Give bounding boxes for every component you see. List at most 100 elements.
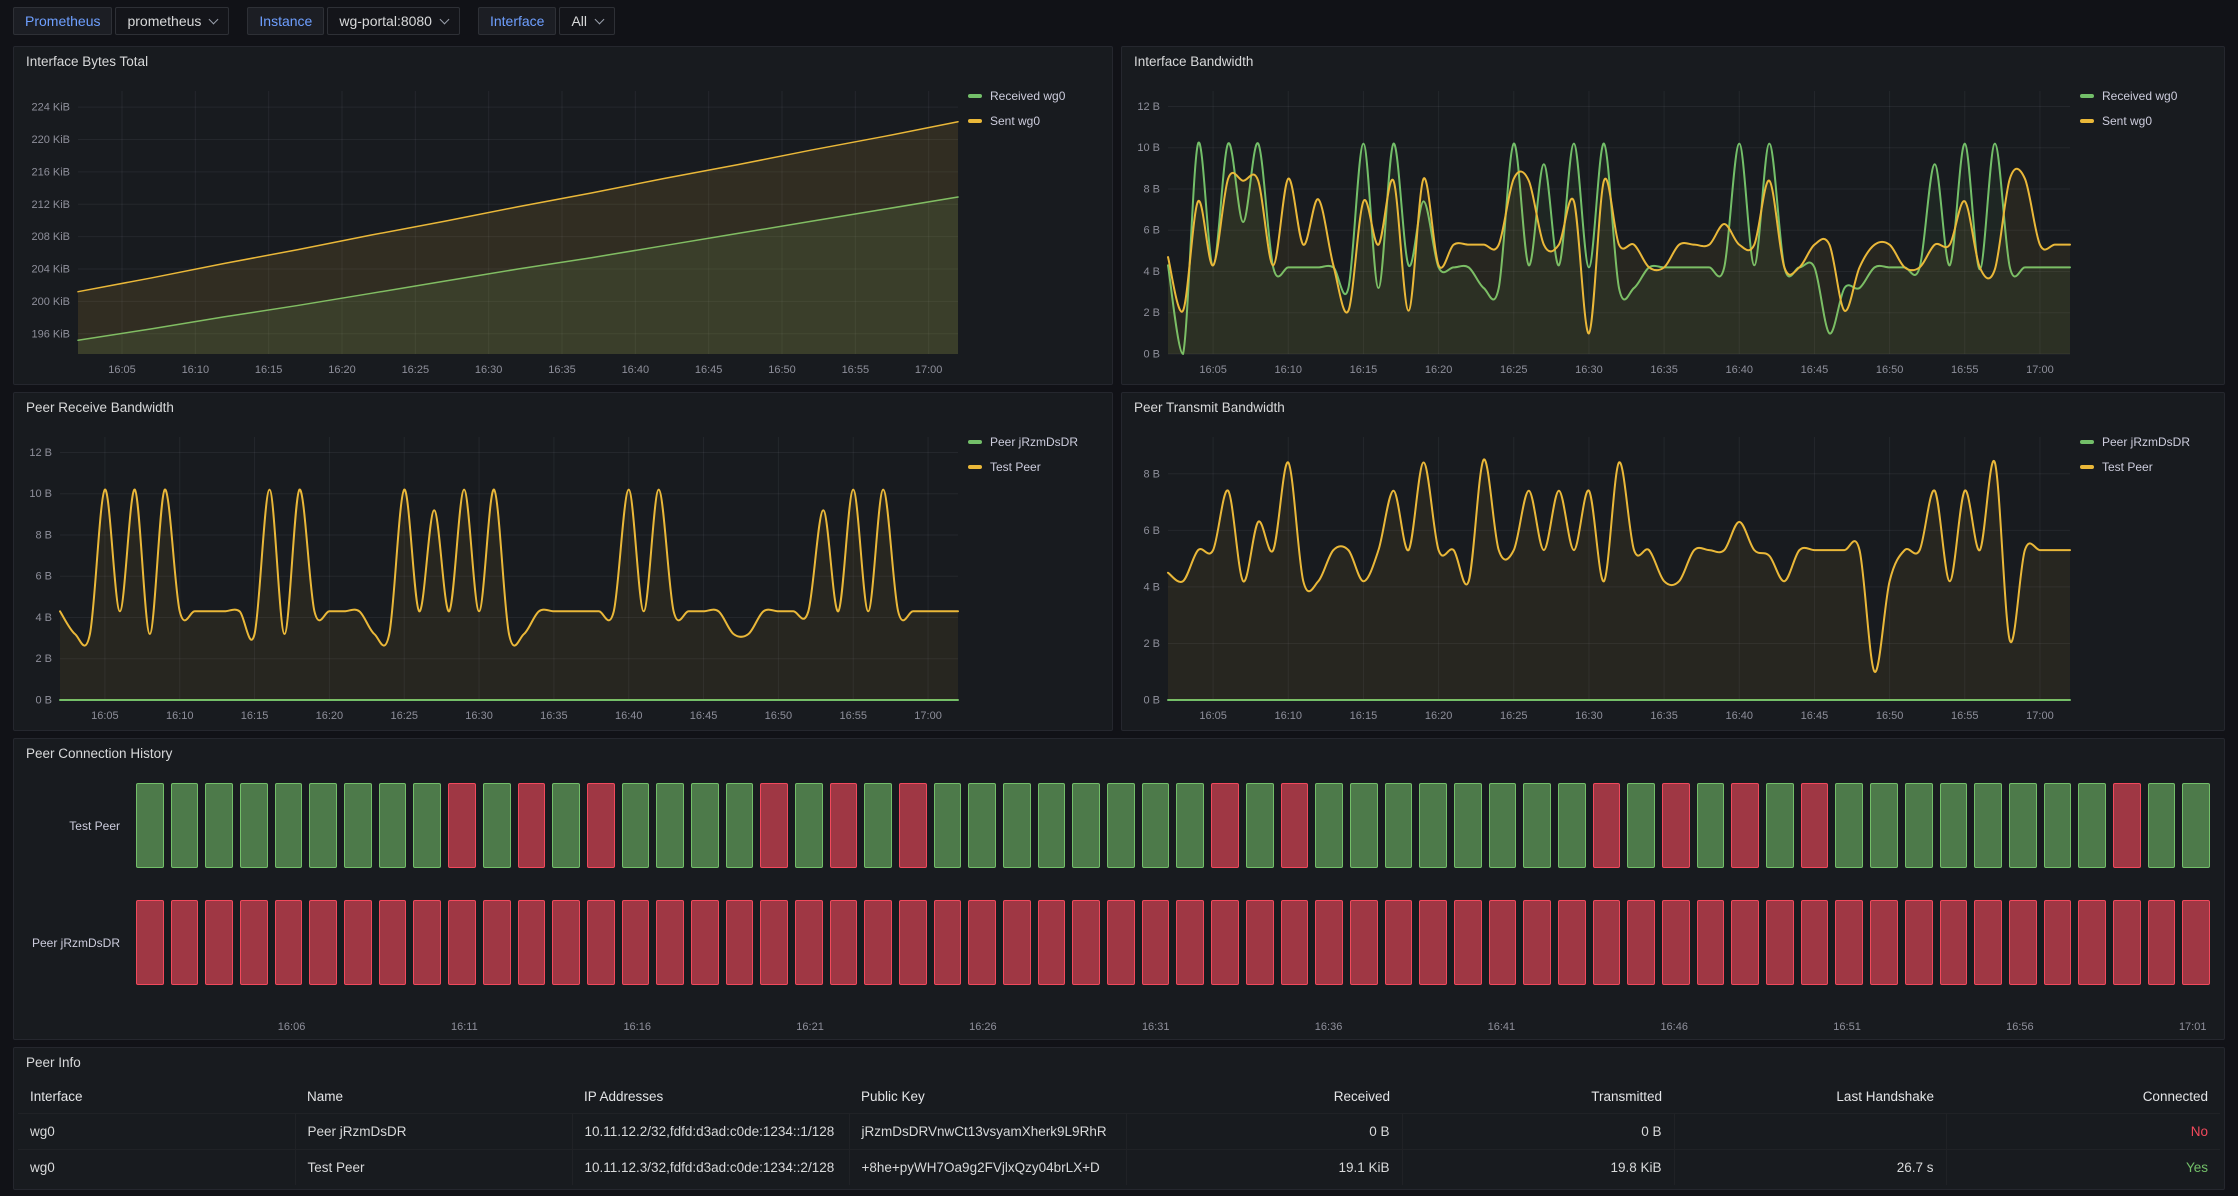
status-bar[interactable] [1731, 783, 1759, 868]
chart-canvas[interactable]: 0 B2 B4 B6 B8 B16:0516:1016:1516:2016:25… [1122, 423, 2076, 730]
time-series-plot-interface-bandwidth[interactable]: 0 B2 B4 B6 B8 B10 B12 B16:0516:1016:1516… [1122, 77, 2076, 384]
status-bar[interactable] [171, 783, 199, 868]
status-bar[interactable] [136, 783, 164, 868]
status-bar[interactable] [587, 783, 615, 868]
status-bar[interactable] [1350, 900, 1378, 985]
status-bar[interactable] [1315, 783, 1343, 868]
status-bar[interactable] [2113, 783, 2141, 868]
status-bar[interactable] [483, 900, 511, 985]
status-bar[interactable] [1731, 900, 1759, 985]
status-bar[interactable] [1974, 783, 2002, 868]
status-bar[interactable] [1835, 783, 1863, 868]
status-bar[interactable] [1662, 900, 1690, 985]
status-bar[interactable] [1038, 900, 1066, 985]
status-bar[interactable] [2044, 900, 2072, 985]
legend-item[interactable]: Peer jRzmDsDR [968, 435, 1104, 449]
status-bar[interactable] [1940, 900, 1968, 985]
status-bar[interactable] [1385, 900, 1413, 985]
legend-item[interactable]: Sent wg0 [968, 114, 1104, 128]
datasource-dropdown[interactable]: prometheus [115, 7, 229, 35]
status-bar[interactable] [1419, 900, 1447, 985]
status-bar[interactable] [934, 783, 962, 868]
status-bar[interactable] [2078, 900, 2106, 985]
chart-canvas[interactable]: 0 B2 B4 B6 B8 B10 B12 B16:0516:1016:1516… [1122, 77, 2076, 384]
status-bar[interactable] [1385, 783, 1413, 868]
status-bar[interactable] [1454, 783, 1482, 868]
status-bar[interactable] [2078, 783, 2106, 868]
status-bar[interactable] [899, 783, 927, 868]
status-bar[interactable] [413, 783, 441, 868]
status-bar[interactable] [240, 783, 268, 868]
status-bar[interactable] [1246, 900, 1274, 985]
status-bar[interactable] [1905, 900, 1933, 985]
status-bar[interactable] [1142, 900, 1170, 985]
status-bar[interactable] [830, 783, 858, 868]
status-bar[interactable] [379, 783, 407, 868]
status-bar[interactable] [1211, 783, 1239, 868]
status-bar[interactable] [795, 783, 823, 868]
status-bar[interactable] [622, 900, 650, 985]
status-bar[interactable] [1107, 900, 1135, 985]
status-bar[interactable] [1489, 900, 1517, 985]
table-column-header[interactable]: IP Addresses [572, 1080, 849, 1114]
status-bar[interactable] [726, 900, 754, 985]
interface-dropdown[interactable]: All [559, 7, 615, 35]
status-bar[interactable] [1315, 900, 1343, 985]
status-bar[interactable] [1627, 900, 1655, 985]
status-bar[interactable] [448, 900, 476, 985]
status-bar[interactable] [518, 900, 546, 985]
status-bar[interactable] [205, 900, 233, 985]
status-bar[interactable] [760, 900, 788, 985]
status-bar[interactable] [795, 900, 823, 985]
status-bar[interactable] [275, 900, 303, 985]
status-bar[interactable] [1350, 783, 1378, 868]
legend-item[interactable]: Received wg0 [968, 89, 1104, 103]
panel-title-peer-connection-history[interactable]: Peer Connection History [14, 739, 2224, 769]
table-column-header[interactable]: Interface [18, 1080, 295, 1114]
status-bar[interactable] [830, 900, 858, 985]
instance-dropdown[interactable]: wg-portal:8080 [327, 7, 460, 35]
panel-title-peer-transmit-bandwidth[interactable]: Peer Transmit Bandwidth [1122, 393, 2224, 423]
status-bar[interactable] [448, 783, 476, 868]
status-bar[interactable] [622, 783, 650, 868]
status-bar[interactable] [379, 900, 407, 985]
legend-item[interactable]: Test Peer [2080, 460, 2216, 474]
status-bar[interactable] [552, 783, 580, 868]
table-column-header[interactable]: Name [295, 1080, 572, 1114]
status-bar[interactable] [934, 900, 962, 985]
status-bar[interactable] [864, 783, 892, 868]
status-bar[interactable] [1558, 783, 1586, 868]
status-bar[interactable] [1281, 783, 1309, 868]
time-series-plot-peer-receive-bandwidth[interactable]: 0 B2 B4 B6 B8 B10 B12 B16:0516:1016:1516… [14, 423, 964, 730]
status-bar[interactable] [275, 783, 303, 868]
status-bar[interactable] [656, 900, 684, 985]
status-bar[interactable] [136, 900, 164, 985]
status-bar[interactable] [1489, 783, 1517, 868]
status-bar[interactable] [2182, 900, 2210, 985]
status-bar[interactable] [1107, 783, 1135, 868]
status-bar[interactable] [1558, 900, 1586, 985]
status-bar[interactable] [1246, 783, 1274, 868]
status-bar[interactable] [1697, 900, 1725, 985]
status-bar[interactable] [344, 783, 372, 868]
status-bar[interactable] [864, 900, 892, 985]
status-bar[interactable] [2009, 900, 2037, 985]
status-bar[interactable] [1627, 783, 1655, 868]
status-bar[interactable] [344, 900, 372, 985]
chart-canvas[interactable]: 0 B2 B4 B6 B8 B10 B12 B16:0516:1016:1516… [14, 423, 964, 730]
status-bar[interactable] [691, 783, 719, 868]
status-bar[interactable] [656, 783, 684, 868]
status-bar[interactable] [171, 900, 199, 985]
status-bar[interactable] [1801, 783, 1829, 868]
status-bar[interactable] [1454, 900, 1482, 985]
status-bar[interactable] [1870, 783, 1898, 868]
status-bar[interactable] [413, 900, 441, 985]
status-bar[interactable] [1766, 783, 1794, 868]
status-bar[interactable] [1038, 783, 1066, 868]
panel-title-peer-info[interactable]: Peer Info [14, 1048, 2224, 1078]
status-bar[interactable] [2044, 783, 2072, 868]
table-column-header[interactable]: Connected [1946, 1080, 2220, 1114]
chart-canvas[interactable]: 196 KiB200 KiB204 KiB208 KiB212 KiB216 K… [14, 77, 964, 384]
status-bar[interactable] [1072, 783, 1100, 868]
status-bar[interactable] [518, 783, 546, 868]
